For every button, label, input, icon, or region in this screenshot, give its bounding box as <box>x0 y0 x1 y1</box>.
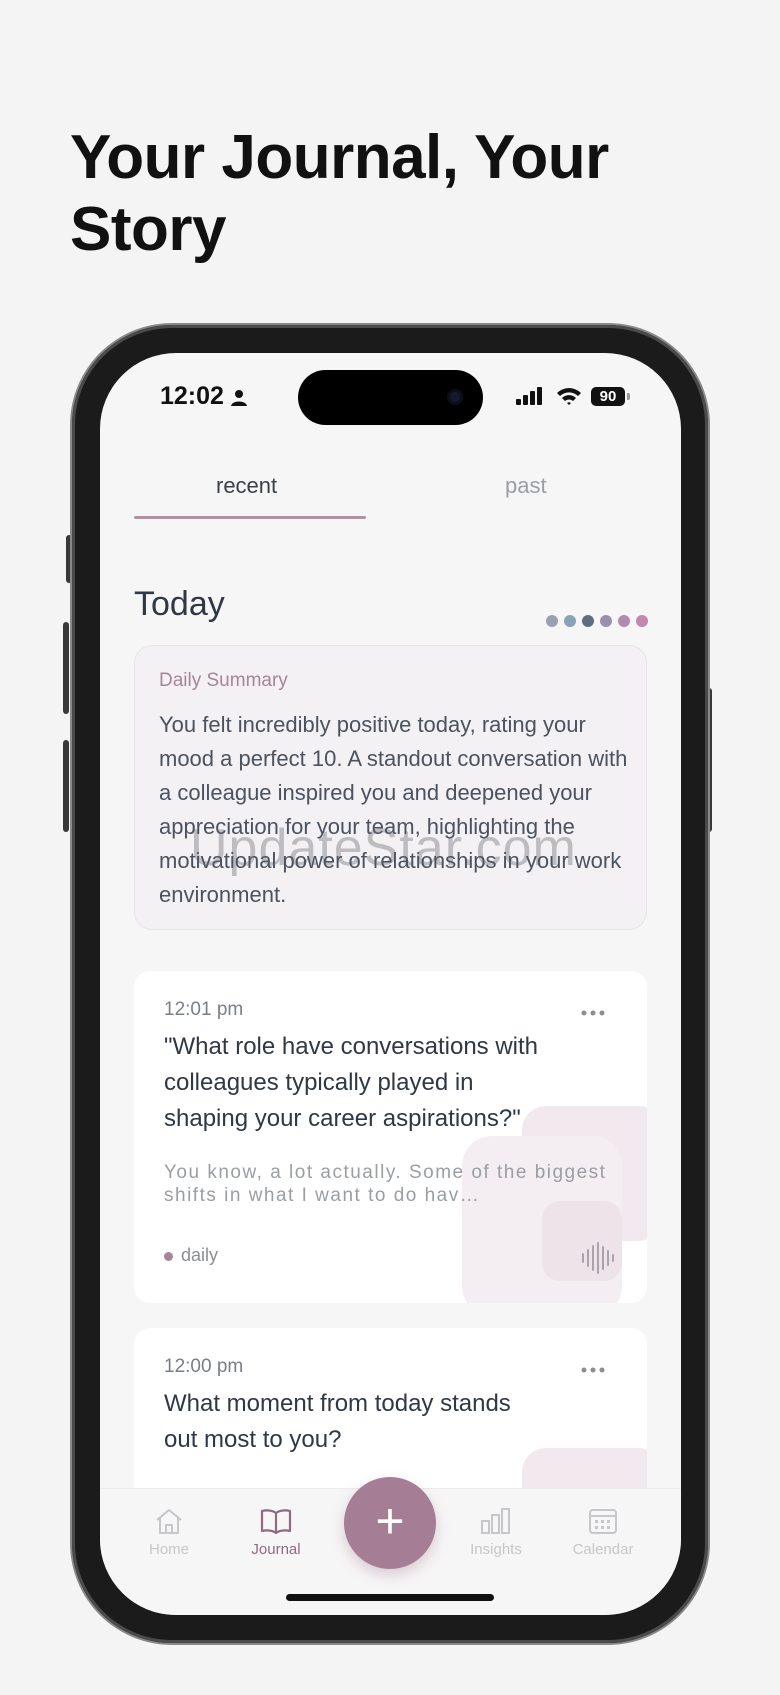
tab-past[interactable]: past <box>505 473 547 499</box>
wifi-icon <box>557 388 581 405</box>
audio-waveform-icon <box>582 1242 614 1274</box>
tab-recent[interactable]: recent <box>216 473 277 499</box>
daily-summary-card[interactable]: Daily Summary You felt incredibly positi… <box>134 645 647 930</box>
battery-nub <box>627 393 630 400</box>
tag-dot <box>164 1251 173 1261</box>
bar-chart-icon <box>481 1508 510 1534</box>
entry-time: 12:00 pm <box>164 1356 244 1377</box>
journal-tabs: recent past <box>134 473 644 523</box>
watermark: UpdateStar.com <box>190 819 577 877</box>
camera-icon <box>447 389 463 405</box>
battery-indicator: 90 <box>591 387 625 406</box>
entry-tag: daily <box>164 1245 218 1266</box>
mood-dots <box>546 615 648 627</box>
phone-screen: 12:02 90 recent past Today Daily Summary… <box>100 353 681 1615</box>
nav-journal-label: Journal <box>251 1541 301 1558</box>
status-bar: 12:02 90 <box>100 353 681 425</box>
summary-text: You felt incredibly positive today, rati… <box>159 712 628 907</box>
mood-dot <box>582 615 594 627</box>
section-title: Today <box>134 585 225 623</box>
nav-home-label: Home <box>148 1541 189 1558</box>
volume-up-button <box>63 622 69 714</box>
add-entry-button[interactable]: + <box>344 1477 436 1569</box>
more-options-icon[interactable] <box>580 1366 606 1374</box>
dynamic-island <box>298 370 483 425</box>
person-icon <box>231 390 247 406</box>
more-options-icon[interactable] <box>580 1009 606 1017</box>
entry-answer-preview: You know, a lot actually. Some of the bi… <box>164 1162 607 1206</box>
home-indicator <box>286 1594 494 1601</box>
nav-insights-label: Insights <box>470 1541 522 1558</box>
mood-dot <box>600 615 612 627</box>
journal-entry-card[interactable]: 12:01 pm "What role have conversations w… <box>134 971 647 1303</box>
nav-insights[interactable]: Insights <box>451 1507 541 1558</box>
signal-icon <box>516 387 542 405</box>
headline: Your Journal, Your Story <box>70 123 609 264</box>
summary-title: Daily Summary <box>159 670 288 691</box>
mood-dot <box>564 615 576 627</box>
nav-home[interactable]: Home <box>124 1507 214 1558</box>
active-tab-indicator <box>134 516 366 519</box>
home-icon <box>156 1509 182 1534</box>
tag-label: daily <box>181 1245 219 1265</box>
mood-dot <box>546 615 558 627</box>
nav-journal[interactable]: Journal <box>231 1507 321 1558</box>
volume-down-button <box>63 740 69 832</box>
mood-dot <box>636 615 648 627</box>
mood-dot <box>618 615 630 627</box>
book-icon <box>260 1509 292 1535</box>
entry-time: 12:01 pm <box>164 999 244 1020</box>
nav-calendar[interactable]: Calendar <box>558 1507 648 1558</box>
entry-question: What moment from today stands out most t… <box>164 1390 511 1453</box>
status-time: 12:02 <box>160 382 224 410</box>
nav-calendar-label: Calendar <box>572 1541 634 1558</box>
calendar-icon <box>589 1509 617 1534</box>
entry-question: "What role have conversations with colle… <box>164 1033 539 1132</box>
